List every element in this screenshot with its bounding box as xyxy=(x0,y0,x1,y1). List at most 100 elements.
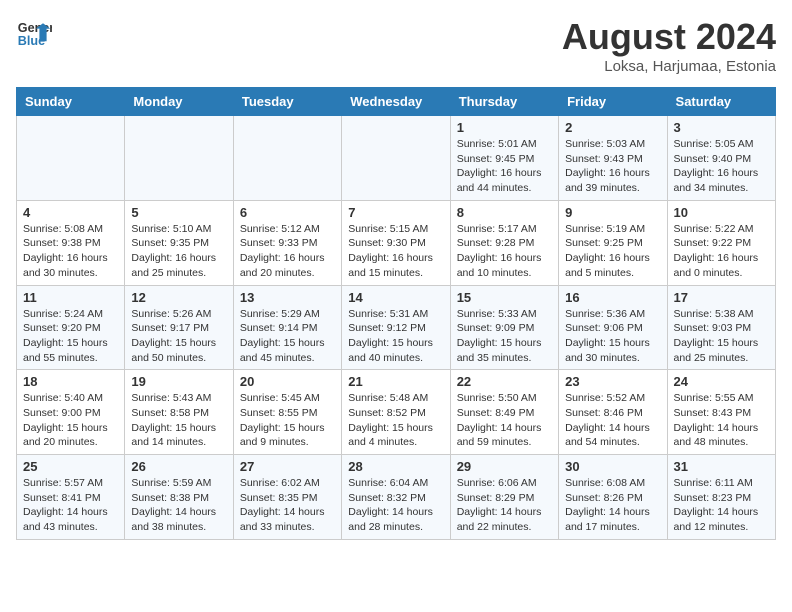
day-cell: 26 Sunrise: 5:59 AM Sunset: 8:38 PM Dayli… xyxy=(125,455,233,540)
day-cell: 2Sunrise: 5:03 AM Sunset: 9:43 PM Daylig… xyxy=(559,116,667,201)
day-info: Sunrise: 5:19 AM Sunset: 9:25 PM Dayligh… xyxy=(565,222,660,281)
day-number: 31 xyxy=(674,459,769,474)
day-info: Sunrise: 6:11 AM Sunset: 8:23 PM Dayligh… xyxy=(674,476,769,535)
day-info: Sunrise: 5:29 AM Sunset: 9:14 PM Dayligh… xyxy=(240,307,335,366)
day-info: Sunrise: 5:38 AM Sunset: 9:03 PM Dayligh… xyxy=(674,307,769,366)
day-number: 23 xyxy=(565,374,660,389)
day-cell: 29 Sunrise: 6:06 AM Sunset: 8:29 PM Dayli… xyxy=(450,455,558,540)
day-number: 7 xyxy=(348,205,443,220)
day-info: Sunrise: 5:57 AM Sunset: 8:41 PM Dayligh… xyxy=(23,476,118,535)
day-number: 27 xyxy=(240,459,335,474)
day-cell: 8 Sunrise: 5:17 AM Sunset: 9:28 PM Daylig… xyxy=(450,200,558,285)
day-cell: 30 Sunrise: 6:08 AM Sunset: 8:26 PM Dayli… xyxy=(559,455,667,540)
day-cell: 14Sunrise: 5:31 AM Sunset: 9:12 PM Dayli… xyxy=(342,285,450,370)
day-number: 12 xyxy=(131,290,226,305)
day-info: Sunrise: 5:01 AM Sunset: 9:45 PM Dayligh… xyxy=(457,137,552,196)
day-info: Sunrise: 5:59 AM Sunset: 8:38 PM Dayligh… xyxy=(131,476,226,535)
day-cell: 24 Sunrise: 5:55 AM Sunset: 8:43 PM Dayli… xyxy=(667,370,775,455)
day-cell xyxy=(17,116,125,201)
day-info: Sunrise: 5:43 AM Sunset: 8:58 PM Dayligh… xyxy=(131,391,226,450)
day-info: Sunrise: 5:22 AM Sunset: 9:22 PM Dayligh… xyxy=(674,222,769,281)
day-info: Sunrise: 5:17 AM Sunset: 9:28 PM Dayligh… xyxy=(457,222,552,281)
day-cell: 23 Sunrise: 5:52 AM Sunset: 8:46 PM Dayli… xyxy=(559,370,667,455)
day-cell: 12Sunrise: 5:26 AM Sunset: 9:17 PM Dayli… xyxy=(125,285,233,370)
weekday-header-friday: Friday xyxy=(559,88,667,116)
day-cell: 7 Sunrise: 5:15 AM Sunset: 9:30 PM Daylig… xyxy=(342,200,450,285)
title-area: August 2024 Loksa, Harjumaa, Estonia xyxy=(562,16,776,75)
week-row-1: 1 Sunrise: 5:01 AM Sunset: 9:45 PM Daylig… xyxy=(17,116,776,201)
day-info: Sunrise: 6:06 AM Sunset: 8:29 PM Dayligh… xyxy=(457,476,552,535)
day-cell: 31 Sunrise: 6:11 AM Sunset: 8:23 PM Dayli… xyxy=(667,455,775,540)
day-cell: 1 Sunrise: 5:01 AM Sunset: 9:45 PM Daylig… xyxy=(450,116,558,201)
day-info: Sunrise: 5:36 AM Sunset: 9:06 PM Dayligh… xyxy=(565,307,660,366)
day-number: 10 xyxy=(674,205,769,220)
day-info: Sunrise: 6:02 AM Sunset: 8:35 PM Dayligh… xyxy=(240,476,335,535)
day-number: 18 xyxy=(23,374,118,389)
week-row-4: 18 Sunrise: 5:40 AM Sunset: 9:00 PM Dayli… xyxy=(17,370,776,455)
day-cell: 28 Sunrise: 6:04 AM Sunset: 8:32 PM Dayli… xyxy=(342,455,450,540)
day-cell: 13 Sunrise: 5:29 AM Sunset: 9:14 PM Dayli… xyxy=(233,285,341,370)
day-number: 1 xyxy=(457,120,552,135)
month-year: August 2024 xyxy=(562,16,776,58)
weekday-header-tuesday: Tuesday xyxy=(233,88,341,116)
day-cell: 5 Sunrise: 5:10 AM Sunset: 9:35 PM Daylig… xyxy=(125,200,233,285)
day-number: 22 xyxy=(457,374,552,389)
day-cell: 15 Sunrise: 5:33 AM Sunset: 9:09 PM Dayli… xyxy=(450,285,558,370)
day-number: 8 xyxy=(457,205,552,220)
day-number: 16 xyxy=(565,290,660,305)
day-number: 6 xyxy=(240,205,335,220)
weekday-header-thursday: Thursday xyxy=(450,88,558,116)
weekday-header-sunday: Sunday xyxy=(17,88,125,116)
day-info: Sunrise: 5:05 AM Sunset: 9:40 PM Dayligh… xyxy=(674,137,769,196)
day-number: 26 xyxy=(131,459,226,474)
day-info: Sunrise: 6:08 AM Sunset: 8:26 PM Dayligh… xyxy=(565,476,660,535)
day-info: Sunrise: 5:45 AM Sunset: 8:55 PM Dayligh… xyxy=(240,391,335,450)
day-number: 17 xyxy=(674,290,769,305)
week-row-5: 25 Sunrise: 5:57 AM Sunset: 8:41 PM Dayli… xyxy=(17,455,776,540)
day-number: 25 xyxy=(23,459,118,474)
day-info: Sunrise: 6:04 AM Sunset: 8:32 PM Dayligh… xyxy=(348,476,443,535)
day-info: Sunrise: 5:52 AM Sunset: 8:46 PM Dayligh… xyxy=(565,391,660,450)
day-info: Sunrise: 5:55 AM Sunset: 8:43 PM Dayligh… xyxy=(674,391,769,450)
weekday-header-saturday: Saturday xyxy=(667,88,775,116)
day-info: Sunrise: 5:31 AM Sunset: 9:12 PM Dayligh… xyxy=(348,307,443,366)
day-info: Sunrise: 5:10 AM Sunset: 9:35 PM Dayligh… xyxy=(131,222,226,281)
day-info: Sunrise: 5:15 AM Sunset: 9:30 PM Dayligh… xyxy=(348,222,443,281)
day-info: Sunrise: 5:33 AM Sunset: 9:09 PM Dayligh… xyxy=(457,307,552,366)
weekday-header-wednesday: Wednesday xyxy=(342,88,450,116)
day-number: 2 xyxy=(565,120,660,135)
day-info: Sunrise: 5:48 AM Sunset: 8:52 PM Dayligh… xyxy=(348,391,443,450)
day-cell: 19Sunrise: 5:43 AM Sunset: 8:58 PM Dayli… xyxy=(125,370,233,455)
day-number: 9 xyxy=(565,205,660,220)
day-number: 11 xyxy=(23,290,118,305)
day-cell: 6Sunrise: 5:12 AM Sunset: 9:33 PM Daylig… xyxy=(233,200,341,285)
day-number: 15 xyxy=(457,290,552,305)
logo: General Blue xyxy=(16,16,52,52)
day-cell: 4 Sunrise: 5:08 AM Sunset: 9:38 PM Daylig… xyxy=(17,200,125,285)
day-number: 30 xyxy=(565,459,660,474)
day-cell: 25 Sunrise: 5:57 AM Sunset: 8:41 PM Dayli… xyxy=(17,455,125,540)
day-number: 24 xyxy=(674,374,769,389)
day-cell xyxy=(233,116,341,201)
day-number: 5 xyxy=(131,205,226,220)
day-number: 29 xyxy=(457,459,552,474)
day-number: 13 xyxy=(240,290,335,305)
logo-icon: General Blue xyxy=(16,16,52,52)
day-number: 28 xyxy=(348,459,443,474)
day-cell xyxy=(342,116,450,201)
day-cell: 21 Sunrise: 5:48 AM Sunset: 8:52 PM Dayli… xyxy=(342,370,450,455)
day-number: 4 xyxy=(23,205,118,220)
day-cell: 18 Sunrise: 5:40 AM Sunset: 9:00 PM Dayli… xyxy=(17,370,125,455)
weekday-header-row: SundayMondayTuesdayWednesdayThursdayFrid… xyxy=(17,88,776,116)
day-cell: 16 Sunrise: 5:36 AM Sunset: 9:06 PM Dayli… xyxy=(559,285,667,370)
week-row-2: 4 Sunrise: 5:08 AM Sunset: 9:38 PM Daylig… xyxy=(17,200,776,285)
day-info: Sunrise: 5:08 AM Sunset: 9:38 PM Dayligh… xyxy=(23,222,118,281)
location: Loksa, Harjumaa, Estonia xyxy=(562,58,776,75)
day-cell: 27 Sunrise: 6:02 AM Sunset: 8:35 PM Dayli… xyxy=(233,455,341,540)
day-cell: 3Sunrise: 5:05 AM Sunset: 9:40 PM Daylig… xyxy=(667,116,775,201)
day-number: 21 xyxy=(348,374,443,389)
day-info: Sunrise: 5:24 AM Sunset: 9:20 PM Dayligh… xyxy=(23,307,118,366)
day-info: Sunrise: 5:40 AM Sunset: 9:00 PM Dayligh… xyxy=(23,391,118,450)
weekday-header-monday: Monday xyxy=(125,88,233,116)
day-info: Sunrise: 5:50 AM Sunset: 8:49 PM Dayligh… xyxy=(457,391,552,450)
